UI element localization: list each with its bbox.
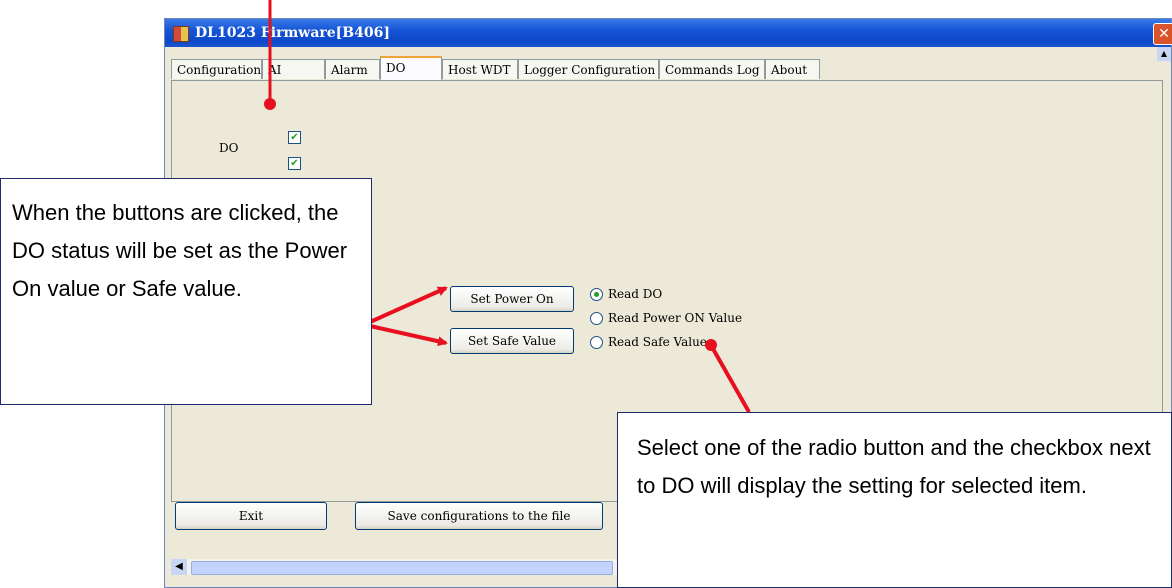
right-pointer-dot xyxy=(705,339,717,351)
arrow-to-set-power-on xyxy=(369,286,448,324)
left-callout: When the buttons are clicked, the DO sta… xyxy=(0,178,372,405)
top-pointer-dot xyxy=(264,98,276,110)
right-pointer-line xyxy=(710,346,751,413)
arrow-to-set-safe-value xyxy=(369,324,448,347)
right-callout: Select one of the radio button and the c… xyxy=(617,412,1172,588)
